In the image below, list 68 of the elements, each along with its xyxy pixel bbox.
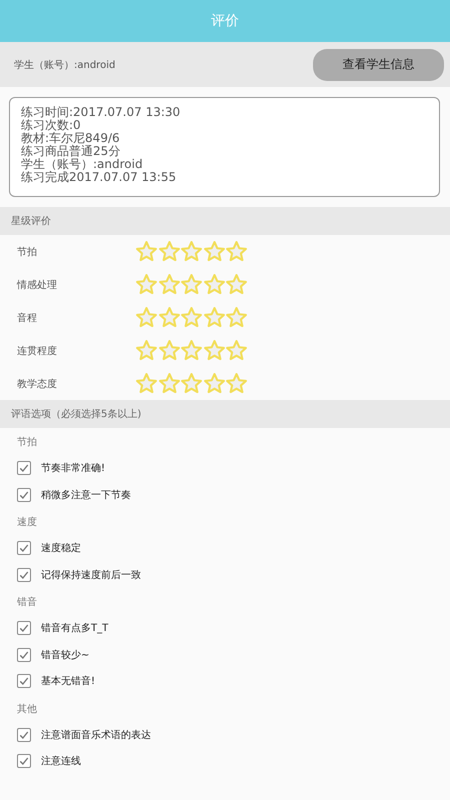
star-icon[interactable] [180, 240, 203, 263]
star-rating[interactable] [135, 273, 248, 296]
option-label: 错音有点多T_T [41, 622, 108, 636]
checkbox[interactable] [17, 488, 31, 502]
star-rating[interactable] [135, 306, 248, 329]
checkbox[interactable] [17, 621, 31, 636]
star-icon[interactable] [225, 273, 248, 296]
checkbox[interactable] [17, 754, 31, 768]
star-icon[interactable] [202, 372, 226, 395]
star-icon[interactable] [135, 273, 158, 296]
option-label: 速度稳定 [41, 542, 81, 556]
info-line: 教材:车尔尼849/6 [21, 132, 121, 145]
checkbox[interactable] [17, 648, 31, 662]
group-heading: 错音 [17, 596, 37, 609]
option-label: 基本无错音! [41, 674, 96, 688]
star-icon[interactable] [225, 240, 248, 263]
screen-title: 评价 [211, 12, 239, 30]
checkbox[interactable] [17, 728, 31, 742]
star-icon[interactable] [180, 306, 203, 329]
star-rating[interactable] [135, 240, 248, 263]
star-icon[interactable] [225, 372, 248, 395]
option-label: 节奏非常准确! [41, 462, 106, 476]
star-rating[interactable] [135, 339, 248, 362]
rating-label: 教学态度 [17, 378, 58, 390]
star-icon[interactable] [158, 240, 180, 263]
star-icon[interactable] [225, 339, 248, 362]
star-icon[interactable] [202, 339, 226, 362]
info-line: 练习商品普通25分 [21, 145, 122, 158]
rating-label: 节拍 [17, 246, 38, 258]
star-icon[interactable] [202, 306, 226, 329]
option-label: 稍微多注意一下节奏 [41, 488, 131, 502]
info-line: 练习时间:2017.07.07 13:30 [21, 106, 182, 119]
option-label: 错音较少~ [41, 648, 90, 662]
option-label: 记得保持速度前后一致 [41, 568, 141, 582]
group-heading: 节拍 [17, 436, 37, 449]
section-title: 星级评价 [11, 215, 51, 228]
star-rating[interactable] [135, 372, 248, 395]
star-icon[interactable] [225, 306, 248, 329]
section-title: 评语选项（必须选择5条以上) [11, 408, 142, 421]
star-icon[interactable] [180, 273, 203, 296]
checkbox[interactable] [17, 461, 31, 476]
star-icon[interactable] [158, 306, 180, 329]
star-icon[interactable] [158, 273, 180, 296]
checkbox[interactable] [17, 674, 31, 688]
star-icon[interactable] [180, 372, 203, 395]
star-icon[interactable] [158, 339, 180, 362]
student-account: 学生（账号）:android [14, 58, 116, 72]
rating-label: 音程 [17, 312, 38, 324]
star-icon[interactable] [135, 372, 158, 395]
star-icon[interactable] [135, 306, 158, 329]
info-line: 练习次数:0 [21, 119, 82, 132]
star-icon[interactable] [135, 240, 158, 263]
option-label: 注意谱面音乐术语的表达 [41, 728, 151, 742]
rating-label: 情感处理 [17, 278, 58, 292]
checkbox[interactable] [17, 568, 31, 582]
star-icon[interactable] [158, 372, 180, 395]
star-icon[interactable] [135, 339, 158, 362]
group-heading: 速度 [17, 516, 37, 529]
info-line: 学生（账号）:android [21, 158, 144, 171]
group-heading: 其他 [17, 702, 37, 716]
option-label: 注意连线 [41, 754, 81, 768]
view-student-button[interactable]: 查看学生信息 [313, 48, 444, 80]
checkbox[interactable] [17, 541, 31, 556]
star-icon[interactable] [202, 273, 226, 296]
star-icon[interactable] [202, 240, 226, 263]
info-line: 练习完成2017.07.07 13:55 [21, 171, 178, 184]
rating-label: 连贯程度 [17, 344, 58, 358]
star-icon[interactable] [180, 339, 203, 362]
